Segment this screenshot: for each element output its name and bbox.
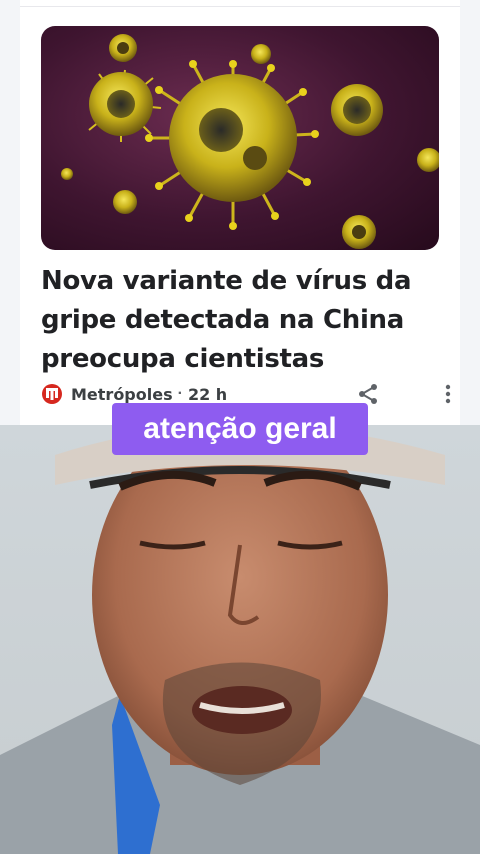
meta-separator: · xyxy=(177,385,183,402)
presenter-face xyxy=(0,425,480,854)
virus-small-5 xyxy=(113,190,137,214)
video-frame[interactable] xyxy=(0,425,480,854)
virus-small-4 xyxy=(417,148,439,172)
news-card[interactable]: Nova variante de vírus da gripe detectad… xyxy=(20,0,460,426)
more-options-icon[interactable] xyxy=(436,382,460,406)
publisher-name[interactable]: Metrópoles xyxy=(71,385,173,404)
article-headline[interactable]: Nova variante de vírus da gripe detectad… xyxy=(41,262,441,379)
virus-small-1 xyxy=(109,34,137,62)
virus-main xyxy=(145,60,319,230)
publish-time: 22 h xyxy=(187,384,228,404)
virus-small-2 xyxy=(251,44,271,64)
virus-medium xyxy=(88,69,162,142)
divider xyxy=(20,6,460,7)
virus-small-6 xyxy=(342,215,376,249)
caption-banner: atenção geral xyxy=(112,403,368,455)
publisher-logo-icon xyxy=(41,383,63,405)
virus-small-3 xyxy=(331,84,383,136)
virus-illustration xyxy=(61,34,439,249)
virus-small-7 xyxy=(61,168,73,180)
article-image[interactable] xyxy=(41,26,439,250)
